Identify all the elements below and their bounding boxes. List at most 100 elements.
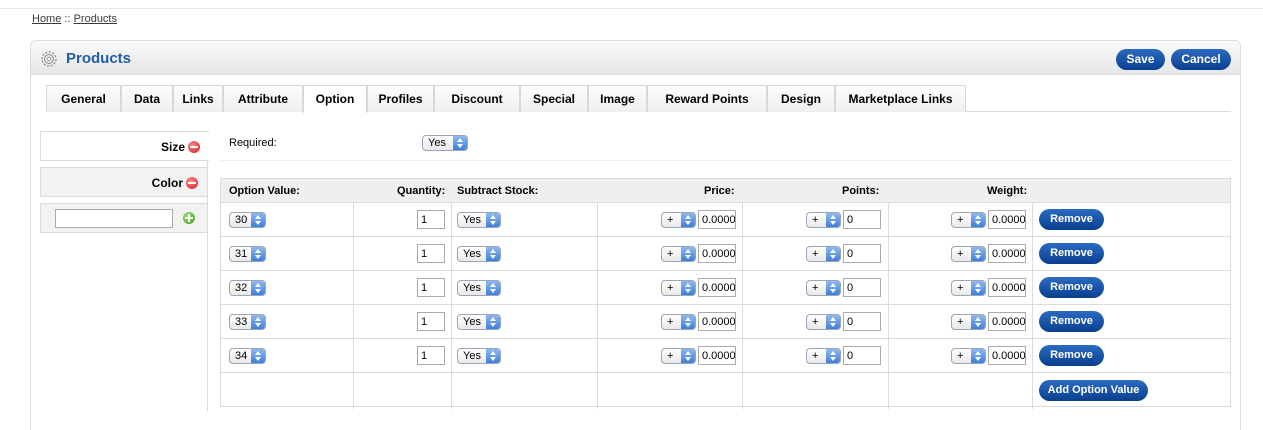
price-input[interactable] bbox=[698, 312, 736, 331]
price-input[interactable] bbox=[698, 210, 736, 229]
points-prefix-select[interactable]: + bbox=[806, 314, 841, 330]
header-points: Points: bbox=[842, 185, 880, 197]
select-arrow-icon bbox=[971, 213, 985, 227]
select-arrow-icon bbox=[971, 247, 985, 261]
tab-image[interactable]: Image bbox=[588, 85, 647, 112]
price-input[interactable] bbox=[698, 278, 736, 297]
option-value-select[interactable]: 34 bbox=[229, 348, 266, 364]
subtract-select[interactable]: Yes bbox=[457, 212, 501, 228]
required-select[interactable]: Yes bbox=[422, 135, 468, 151]
select-arrow-icon bbox=[681, 349, 695, 363]
subtract-select[interactable]: Yes bbox=[457, 246, 501, 262]
option-value-select[interactable]: 32 bbox=[229, 280, 266, 296]
quantity-input[interactable] bbox=[417, 278, 445, 297]
breadcrumb-home-link[interactable]: Home bbox=[32, 13, 61, 25]
top-bar bbox=[0, 0, 1263, 9]
remove-icon[interactable] bbox=[186, 177, 198, 189]
option-tab-size[interactable]: Size bbox=[40, 131, 209, 161]
breadcrumb-products-link[interactable]: Products bbox=[74, 13, 117, 25]
option-value: 30 bbox=[235, 214, 248, 226]
select-arrow-icon bbox=[251, 213, 265, 227]
quantity-input[interactable] bbox=[417, 244, 445, 263]
points-prefix-select[interactable]: + bbox=[806, 348, 841, 364]
weight-input[interactable] bbox=[988, 244, 1026, 263]
option-value-select[interactable]: 33 bbox=[229, 314, 266, 330]
points-prefix-select[interactable]: + bbox=[806, 212, 841, 228]
tab-data[interactable]: Data bbox=[121, 85, 173, 112]
weight-prefix: + bbox=[957, 282, 964, 294]
select-arrow-icon bbox=[251, 281, 265, 295]
add-option-input[interactable] bbox=[55, 209, 173, 228]
header-option-value: Option Value: bbox=[229, 185, 300, 197]
tab-general[interactable]: General bbox=[46, 85, 121, 112]
remove-icon[interactable] bbox=[188, 141, 200, 153]
weight-prefix: + bbox=[957, 248, 964, 260]
add-icon[interactable] bbox=[183, 212, 195, 224]
weight-prefix-select[interactable]: + bbox=[951, 348, 986, 364]
points-input[interactable] bbox=[843, 312, 881, 331]
select-arrow-icon bbox=[486, 349, 500, 363]
price-prefix: + bbox=[667, 248, 674, 260]
weight-input[interactable] bbox=[988, 312, 1026, 331]
remove-button[interactable]: Remove bbox=[1039, 311, 1104, 332]
tab-discount[interactable]: Discount bbox=[434, 85, 520, 112]
price-prefix: + bbox=[667, 316, 674, 328]
weight-input[interactable] bbox=[988, 346, 1026, 365]
points-input[interactable] bbox=[843, 210, 881, 229]
points-prefix-select[interactable]: + bbox=[806, 246, 841, 262]
price-prefix: + bbox=[667, 350, 674, 362]
header-subtract-stock: Subtract Stock: bbox=[457, 185, 539, 197]
option-value-select[interactable]: 30 bbox=[229, 212, 266, 228]
table-header: Option Value: Quantity: Subtract Stock: … bbox=[221, 179, 1230, 203]
option-value-select[interactable]: 31 bbox=[229, 246, 266, 262]
tab-option[interactable]: Option bbox=[303, 85, 367, 113]
price-prefix-select[interactable]: + bbox=[661, 314, 696, 330]
select-arrow-icon bbox=[251, 315, 265, 329]
save-button[interactable]: Save bbox=[1116, 49, 1165, 70]
points-prefix-select[interactable]: + bbox=[806, 280, 841, 296]
add-option-value-button[interactable]: Add Option Value bbox=[1039, 380, 1148, 401]
tab-links[interactable]: Links bbox=[173, 85, 223, 112]
select-arrow-icon bbox=[826, 315, 840, 329]
weight-prefix: + bbox=[957, 214, 964, 226]
subtract-select[interactable]: Yes bbox=[457, 280, 501, 296]
remove-button[interactable]: Remove bbox=[1039, 243, 1104, 264]
select-arrow-icon bbox=[826, 281, 840, 295]
remove-button[interactable]: Remove bbox=[1039, 209, 1104, 230]
remove-button[interactable]: Remove bbox=[1039, 277, 1104, 298]
price-input[interactable] bbox=[698, 346, 736, 365]
cancel-button[interactable]: Cancel bbox=[1171, 49, 1231, 70]
quantity-input[interactable] bbox=[417, 210, 445, 229]
tab-attribute[interactable]: Attribute bbox=[223, 85, 303, 112]
weight-prefix-select[interactable]: + bbox=[951, 314, 986, 330]
tab-design[interactable]: Design bbox=[767, 85, 835, 112]
tab-marketplace-links[interactable]: Marketplace Links bbox=[835, 85, 966, 112]
price-prefix-select[interactable]: + bbox=[661, 348, 696, 364]
option-tab-color[interactable]: Color bbox=[40, 167, 208, 197]
weight-prefix-select[interactable]: + bbox=[951, 246, 986, 262]
quantity-input[interactable] bbox=[417, 312, 445, 331]
points-prefix: + bbox=[812, 350, 819, 362]
subtract-select[interactable]: Yes bbox=[457, 314, 501, 330]
remove-button[interactable]: Remove bbox=[1039, 345, 1104, 366]
price-prefix-select[interactable]: + bbox=[661, 212, 696, 228]
price-prefix-select[interactable]: + bbox=[661, 280, 696, 296]
weight-prefix-select[interactable]: + bbox=[951, 212, 986, 228]
tab-profiles[interactable]: Profiles bbox=[367, 85, 434, 112]
quantity-input[interactable] bbox=[417, 346, 445, 365]
weight-input[interactable] bbox=[988, 278, 1026, 297]
table-row: 33 Yes + + + Remove bbox=[221, 305, 1230, 339]
points-input[interactable] bbox=[843, 244, 881, 263]
price-prefix-select[interactable]: + bbox=[661, 246, 696, 262]
header-quantity: Quantity: bbox=[397, 185, 446, 197]
tab-reward-points[interactable]: Reward Points bbox=[647, 85, 767, 112]
select-arrow-icon bbox=[453, 136, 467, 150]
points-input[interactable] bbox=[843, 346, 881, 365]
price-input[interactable] bbox=[698, 244, 736, 263]
tab-special[interactable]: Special bbox=[520, 85, 588, 112]
weight-input[interactable] bbox=[988, 210, 1026, 229]
subtract-select[interactable]: Yes bbox=[457, 348, 501, 364]
points-input[interactable] bbox=[843, 278, 881, 297]
weight-prefix-select[interactable]: + bbox=[951, 280, 986, 296]
select-arrow-icon bbox=[826, 247, 840, 261]
